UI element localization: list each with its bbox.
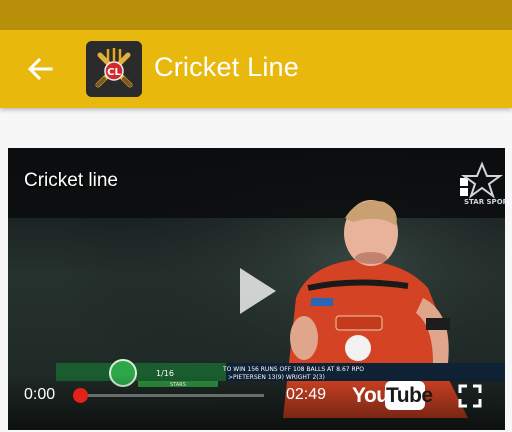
- cricket-line-logo: CL: [86, 41, 142, 97]
- video-player[interactable]: 1/16 TO WIN 156 RUNS OFF 108 BALLS AT 8.…: [8, 148, 505, 430]
- app-title: Cricket Line: [154, 52, 299, 82]
- back-button[interactable]: [20, 50, 60, 88]
- star-sports-logo: STAR SPORTS: [458, 158, 505, 206]
- video-title: Cricket line: [24, 170, 118, 191]
- svg-text:CL: CL: [107, 67, 121, 78]
- play-icon: [240, 268, 276, 314]
- fullscreen-button[interactable]: [458, 384, 482, 408]
- time-current: 0:00: [24, 386, 56, 403]
- youtube-logo-tube: Tube: [386, 384, 433, 407]
- time-total: 02:49: [286, 386, 327, 403]
- app-bar: CL Cricket Line: [0, 30, 512, 108]
- svg-text:STAR SPORTS: STAR SPORTS: [464, 198, 505, 206]
- progress-bar[interactable]: [73, 388, 264, 403]
- svg-text:TO WIN 156 RUNS OFF 108 BALL: TO WIN 156 RUNS OFF 108 BALLS AT 8.67 RP…: [222, 366, 364, 373]
- progress-handle[interactable]: [73, 388, 88, 403]
- arrow-back-icon: [27, 58, 53, 80]
- fullscreen-icon: [458, 384, 482, 408]
- youtube-logo-you: You: [352, 384, 389, 407]
- youtube-logo[interactable]: You Tube: [352, 381, 433, 411]
- status-bar: [0, 0, 512, 30]
- play-button[interactable]: [232, 266, 282, 316]
